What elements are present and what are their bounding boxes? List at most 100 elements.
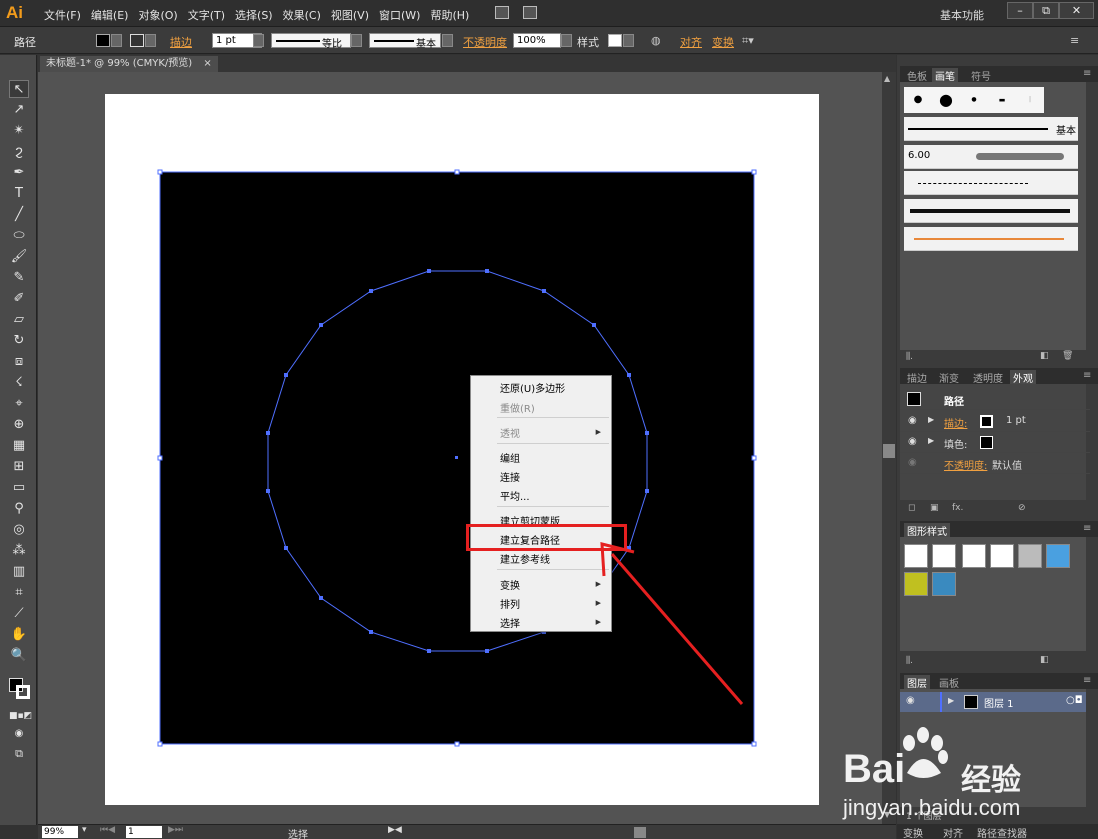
appearance-stroke-row[interactable]: ◉ ▶ 描边: 1 pt <box>900 412 1090 432</box>
selection-tool-icon[interactable]: ↖ <box>9 80 29 98</box>
style-swatch[interactable] <box>608 34 622 47</box>
ctx-join[interactable]: 连接 <box>500 469 520 484</box>
direct-selection-tool-icon[interactable]: ↗ <box>9 101 29 119</box>
expand-triangle-icon[interactable]: ▶ <box>928 415 934 424</box>
fill-swatch[interactable] <box>96 34 110 47</box>
graphic-style-default[interactable] <box>904 544 928 568</box>
dot-brush-thin-icon[interactable]: | <box>1016 87 1044 113</box>
profile-dropdown[interactable] <box>351 34 362 47</box>
ellipse-tool-icon[interactable]: ⬭ <box>9 227 29 245</box>
style-dropdown[interactable] <box>623 34 634 47</box>
stroke-dropdown[interactable] <box>145 34 156 47</box>
expand-layer-icon[interactable]: ▶ <box>948 696 954 705</box>
tab-transparency[interactable]: 透明度 <box>970 370 1006 385</box>
gradient-tool-icon[interactable]: ▭ <box>9 479 29 497</box>
graphic-style-blue[interactable] <box>1046 544 1070 568</box>
expand-triangle-icon[interactable]: ▶ <box>928 436 934 445</box>
brush-pattern-row[interactable] <box>904 171 1078 195</box>
align-panel-link[interactable]: 对齐 <box>680 34 702 50</box>
fx-icon[interactable]: fx. <box>952 503 963 513</box>
ctx-average[interactable]: 平均... <box>500 488 530 503</box>
horizontal-scroll-thumb[interactable] <box>634 827 646 838</box>
appearance-opacity-row[interactable]: ◉ 不透明度: 默认值 <box>900 454 1090 474</box>
panel-menu-icon[interactable]: ≡ <box>1080 370 1094 381</box>
mesh-tool-icon[interactable]: ⊞ <box>9 458 29 476</box>
column-graph-tool-icon[interactable]: ▥ <box>9 563 29 581</box>
artboard-number-field[interactable]: 1 <box>126 826 162 838</box>
zoom-dropdown-icon[interactable]: ▾ <box>82 825 87 835</box>
drawing-mode-icon[interactable]: ◉ <box>9 725 29 743</box>
new-brush-icon[interactable]: ◧ <box>1040 351 1049 361</box>
appearance-stroke-label[interactable]: 描边: <box>944 415 967 430</box>
hand-tool-icon[interactable]: ✋ <box>9 626 29 644</box>
style-library-icon[interactable]: ⫼. <box>906 656 913 666</box>
menu-object[interactable]: 对象(O) <box>133 7 182 23</box>
document-tab[interactable]: 未标题-1* @ 99% (CMYK/预览) × <box>40 56 218 72</box>
eraser-tool-icon[interactable]: ▱ <box>9 311 29 329</box>
tab-symbols[interactable]: 符号 <box>968 68 994 83</box>
layer-name[interactable]: 图层 1 <box>984 695 1014 710</box>
close-window-button[interactable]: ✕ <box>1059 2 1094 19</box>
zoom-field[interactable]: 99% <box>42 826 78 838</box>
artboard-tool-icon[interactable]: ⌗ <box>9 584 29 602</box>
add-fill-icon[interactable]: ▣ <box>930 503 939 513</box>
tab-stroke[interactable]: 描边 <box>904 370 930 385</box>
scale-tool-icon[interactable]: ⧈ <box>9 353 29 371</box>
dot-brush-icon[interactable]: ● <box>904 87 932 113</box>
graphic-style-white[interactable] <box>962 544 986 568</box>
lasso-tool-icon[interactable]: ϩ <box>9 143 29 161</box>
ctx-transform[interactable]: 变换 <box>500 577 520 592</box>
ctx-redo[interactable]: 重做(R) <box>500 400 535 415</box>
first-artboard-icon[interactable]: ⏮◀ <box>100 825 115 835</box>
brush-art-charcoal-row[interactable] <box>904 199 1078 223</box>
dot-brush-small-icon[interactable]: ● <box>960 87 988 113</box>
dot-brush-large-icon[interactable]: ● <box>932 87 960 113</box>
pen-tool-icon[interactable]: ✒ <box>9 164 29 182</box>
visibility-eye-icon[interactable]: ◉ <box>908 415 917 426</box>
tab-swatches[interactable]: 色板 <box>904 68 930 83</box>
brush-art-arrow-row[interactable] <box>904 227 1078 251</box>
bridge-icon[interactable] <box>495 6 509 19</box>
ctx-undo[interactable]: 还原(U)多边形 <box>500 380 565 395</box>
graphic-style-none[interactable] <box>932 544 956 568</box>
minimize-button[interactable]: – <box>1007 2 1033 19</box>
line-tool-icon[interactable]: ╱ <box>9 206 29 224</box>
ctx-group[interactable]: 编组 <box>500 450 520 465</box>
stroke-panel-link[interactable]: 描边 <box>170 34 192 50</box>
dot-brush-flat-icon[interactable]: ▬ <box>988 87 1016 113</box>
graphic-style-gray[interactable] <box>1018 544 1042 568</box>
brush-calligraphic-row[interactable]: 6.00 <box>904 145 1078 169</box>
delete-brush-icon[interactable]: 🗑 <box>1062 351 1073 361</box>
brush-basic-row[interactable]: 基本 <box>904 117 1078 141</box>
tab-brushes[interactable]: 画笔 <box>932 68 958 83</box>
pencil-tool-icon[interactable]: ✎ <box>9 269 29 287</box>
stroke-swatch[interactable] <box>130 34 144 47</box>
add-stroke-icon[interactable]: ◻ <box>908 503 915 513</box>
color-mode-icons[interactable]: ■▪◩ <box>9 707 32 725</box>
menu-help[interactable]: 帮助(H) <box>425 7 474 23</box>
appearance-fill-row[interactable]: ◉ ▶ 填色: <box>900 433 1090 453</box>
zoom-tool-icon[interactable]: 🔍 <box>9 647 29 665</box>
brush-definition[interactable]: 基本 <box>369 33 441 50</box>
paintbrush-tool-icon[interactable]: 🖌 <box>9 248 29 266</box>
menu-edit[interactable]: 编辑(E) <box>86 7 134 23</box>
appearance-opacity-label[interactable]: 不透明度: <box>944 457 987 472</box>
symbol-sprayer-tool-icon[interactable]: ⁂ <box>9 542 29 560</box>
stroke-weight-dropdown[interactable] <box>253 34 264 47</box>
visibility-eye-icon[interactable]: ◉ <box>906 695 915 706</box>
arrange-documents-icon[interactable] <box>523 6 537 19</box>
isolate-icon[interactable]: ⌗▾ <box>742 34 754 48</box>
eyedropper-tool-icon[interactable]: ⚲ <box>9 500 29 518</box>
restore-button[interactable]: ⧉ <box>1033 2 1059 19</box>
graphic-style-teal-pattern[interactable] <box>932 572 956 596</box>
magic-wand-tool-icon[interactable]: ✴ <box>9 122 29 140</box>
menu-select[interactable]: 选择(S) <box>230 7 278 23</box>
close-tab-icon[interactable]: × <box>203 58 211 69</box>
variable-width-profile[interactable]: 等比 <box>271 33 351 50</box>
scrollbar-thumb[interactable] <box>883 444 895 458</box>
appearance-fill-swatch[interactable] <box>980 436 993 449</box>
visibility-eye-icon[interactable]: ◉ <box>908 436 917 447</box>
opacity-field[interactable]: 100% <box>513 33 561 48</box>
opacity-dropdown[interactable] <box>561 34 572 47</box>
visibility-eye-icon[interactable]: ◉ <box>908 457 917 468</box>
